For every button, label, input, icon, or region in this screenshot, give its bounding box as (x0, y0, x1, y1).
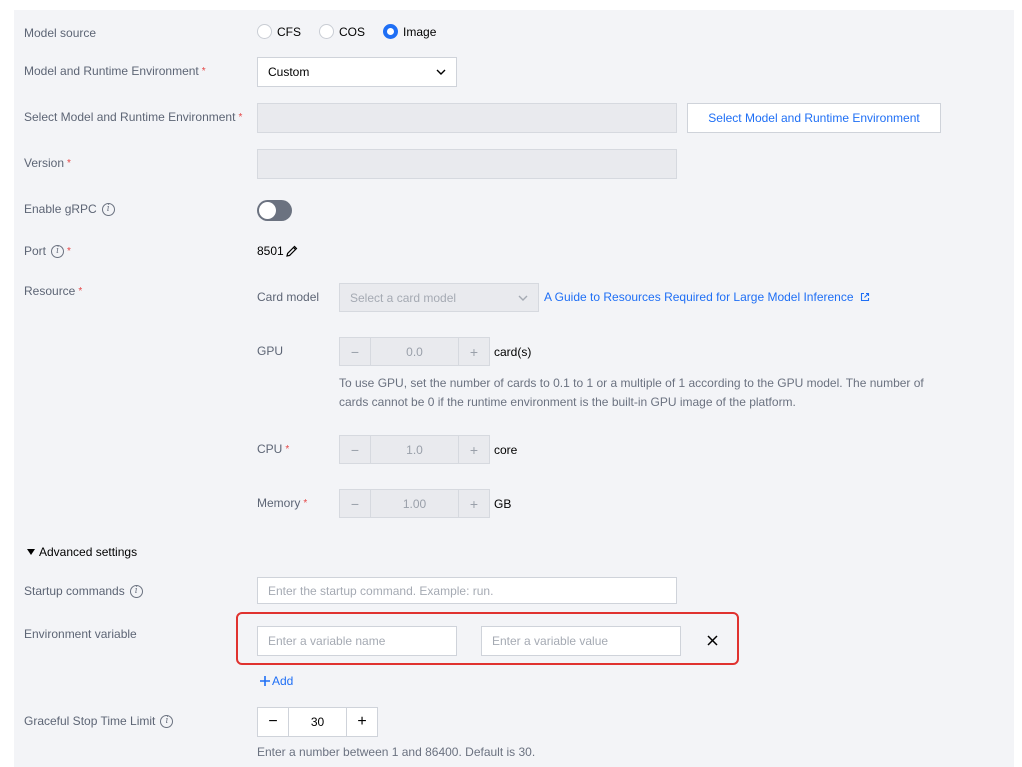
increment-button: + (469, 441, 479, 458)
gpu-stepper: − 0.0 + (339, 337, 490, 366)
triangle-down-icon (27, 548, 35, 555)
info-icon[interactable]: i (101, 202, 115, 216)
info-icon[interactable]: i (51, 244, 65, 258)
version-label: Version * (24, 156, 71, 170)
toggle-knob (259, 202, 276, 219)
decrement-button: − (350, 343, 360, 360)
model-env-select[interactable]: Custom (257, 57, 457, 87)
env-name-input[interactable]: Enter a variable name (257, 626, 457, 656)
required-mark: * (201, 65, 206, 77)
radio-cos[interactable]: COS (319, 24, 365, 39)
env-var-label: Environment variable (24, 627, 137, 641)
info-icon[interactable]: i (129, 584, 143, 598)
port-label: Port i * (24, 244, 71, 258)
port-value-group: 8501 (257, 244, 299, 258)
chevron-down-icon (436, 69, 446, 75)
gpu-value: 0.0 (370, 338, 459, 365)
plus-icon (260, 676, 270, 686)
required-mark: * (67, 245, 71, 257)
radio-circle-selected (383, 24, 399, 39)
model-source-label: Model source (24, 26, 97, 40)
decrement-button: − (350, 441, 360, 458)
external-link-icon (860, 292, 869, 302)
select-env-button[interactable]: Select Model and Runtime Environment (687, 103, 941, 133)
cpu-unit: core (494, 443, 518, 457)
memory-stepper: − 1.00 + (339, 489, 490, 518)
resource-guide-link[interactable]: A Guide to Resources Required for Large … (544, 290, 870, 304)
add-env-button[interactable]: Add (259, 674, 293, 688)
graceful-stop-hint: Enter a number between 1 and 86400. Defa… (257, 745, 536, 759)
version-field (257, 149, 677, 179)
startup-input[interactable]: Enter the startup command. Example: run. (257, 577, 677, 604)
gpu-hint: To use GPU, set the number of cards to 0… (339, 376, 924, 409)
gpu-label: GPU (257, 344, 284, 358)
cpu-value: 1.0 (370, 436, 459, 463)
radio-circle (257, 24, 272, 39)
grpc-label: Enable gRPC i (24, 202, 115, 216)
memory-unit: GB (494, 497, 512, 511)
info-icon[interactable]: i (160, 714, 174, 728)
select-env-label: Select Model and Runtime Environment * (24, 110, 243, 124)
memory-label: Memory * (257, 496, 308, 510)
model-env-label: Model and Runtime Environment * (24, 64, 206, 78)
required-mark: * (238, 111, 243, 123)
chevron-down-icon (518, 295, 528, 301)
startup-label: Startup commands i (24, 584, 143, 598)
gpu-unit: card(s) (494, 345, 532, 359)
radio-circle (319, 24, 334, 39)
grpc-toggle[interactable] (257, 200, 292, 221)
cpu-stepper: − 1.0 + (339, 435, 490, 464)
model-source-radio-group: CFS COS Image (257, 24, 454, 39)
radio-image[interactable]: Image (383, 24, 436, 39)
port-value: 8501 (257, 244, 284, 258)
env-value-input[interactable]: Enter a variable value (481, 626, 681, 656)
close-icon[interactable] (707, 635, 718, 646)
pencil-icon[interactable] (285, 244, 299, 258)
memory-value: 1.00 (370, 490, 459, 517)
decrement-button[interactable]: − (258, 708, 288, 736)
card-model-select: Select a card model (339, 283, 539, 312)
graceful-stop-stepper: − 30 + (257, 707, 378, 737)
increment-button[interactable]: + (347, 708, 377, 736)
select-env-field (257, 103, 677, 133)
required-mark: * (67, 157, 71, 169)
card-model-label: Card model (257, 290, 320, 304)
required-mark: * (303, 497, 308, 509)
resource-label: Resource * (24, 284, 83, 298)
cpu-label: CPU * (257, 442, 290, 456)
advanced-settings-toggle[interactable]: Advanced settings (27, 545, 137, 559)
graceful-stop-label: Graceful Stop Time Limit i (24, 714, 174, 728)
decrement-button: − (350, 495, 360, 512)
increment-button: + (469, 343, 479, 360)
required-mark: * (285, 443, 290, 455)
increment-button: + (469, 495, 479, 512)
radio-cfs[interactable]: CFS (257, 24, 301, 39)
graceful-stop-value[interactable]: 30 (288, 708, 347, 736)
required-mark: * (78, 285, 83, 297)
